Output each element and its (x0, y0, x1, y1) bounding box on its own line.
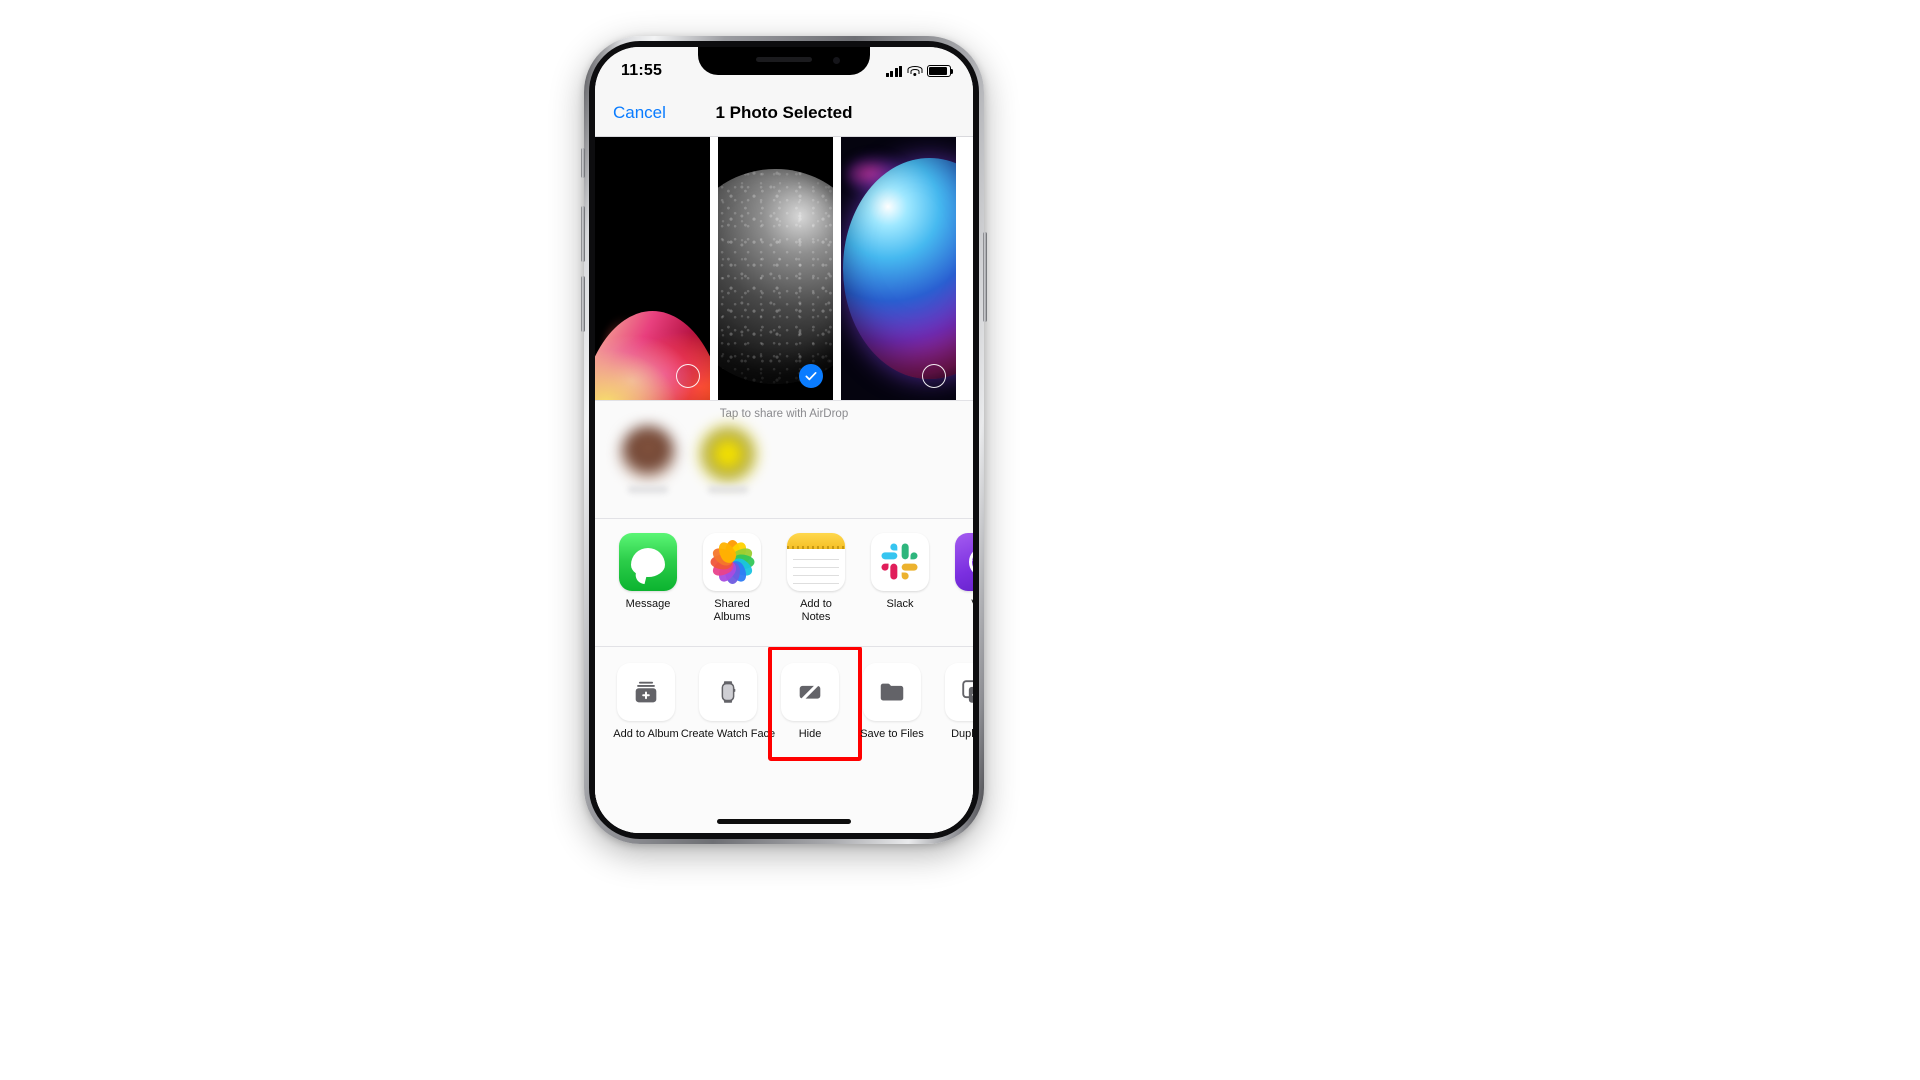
photos-icon (703, 533, 761, 591)
share-app-label: Slack (886, 598, 914, 610)
share-app-label: Viber (971, 598, 973, 611)
photo-thumbnail-3[interactable] (841, 137, 956, 400)
action-hide[interactable]: Hide (768, 647, 862, 833)
share-app-add-to-notes[interactable]: Add to Notes (785, 533, 847, 646)
action-label: Duplicate (951, 728, 973, 740)
share-app-shared-albums[interactable]: Shared Albums (701, 533, 763, 646)
share-app-row[interactable]: Message Shared Albums Add to Notes Slack (595, 518, 973, 646)
action-add-to-album[interactable]: Add to Album (613, 663, 679, 833)
notch (698, 47, 870, 75)
share-app-viber[interactable]: Viber (953, 533, 973, 646)
airdrop-contacts (595, 420, 973, 493)
action-save-to-files[interactable]: Save to Files (860, 663, 924, 833)
watch-face-icon (699, 663, 757, 721)
share-sheet-header: Cancel 1 Photo Selected (595, 89, 973, 137)
photo-thumbnail-2[interactable] (718, 137, 833, 400)
iphone-device: 11:55 Cancel 1 Photo Selected Tap to sha… (581, 36, 987, 844)
screenshot-canvas: 11:55 Cancel 1 Photo Selected Tap to sha… (0, 0, 1920, 1080)
photo-thumbnail-row[interactable] (595, 137, 973, 400)
selection-indicator-selected[interactable] (799, 364, 823, 388)
photo-artwork (718, 137, 833, 400)
front-camera (833, 57, 840, 64)
power-button[interactable] (983, 232, 987, 322)
viber-icon (955, 533, 973, 591)
selection-indicator-unselected[interactable] (676, 364, 700, 388)
airdrop-contact-2[interactable] (699, 426, 757, 493)
photo-thumbnail-1[interactable] (595, 137, 710, 400)
checkmark-icon (805, 372, 817, 381)
notes-icon (787, 533, 845, 591)
share-app-label: Message (625, 598, 671, 610)
share-app-label: Shared Albums (713, 598, 751, 623)
share-app-label: Add to Notes (800, 598, 832, 623)
battery-icon (927, 65, 954, 77)
add-to-album-icon (617, 663, 675, 721)
status-bar-indicators (885, 65, 954, 77)
photo-artwork (841, 137, 956, 400)
photo-artwork (595, 137, 710, 400)
airdrop-contact-name (628, 486, 668, 493)
folder-icon (863, 663, 921, 721)
airdrop-contact-name (708, 486, 748, 493)
airdrop-contact-1[interactable] (619, 426, 677, 493)
status-bar-time: 11:55 (621, 62, 663, 79)
selection-indicator-unselected[interactable] (922, 364, 946, 388)
action-label: Create Watch Face (680, 728, 776, 740)
slack-icon (871, 533, 929, 591)
action-label: Hide (798, 728, 822, 740)
share-app-slack[interactable]: Slack (869, 533, 931, 646)
avatar (700, 426, 756, 482)
messages-icon (619, 533, 677, 591)
action-create-watch-face[interactable]: Create Watch Face (681, 663, 775, 833)
home-indicator[interactable] (717, 819, 851, 824)
airdrop-hint-text: Tap to share with AirDrop (719, 408, 849, 420)
cellular-signal-icon (885, 65, 902, 77)
share-sheet: Cancel 1 Photo Selected Tap to share wit… (595, 89, 973, 833)
airdrop-section: Tap to share with AirDrop (595, 400, 973, 518)
volume-up-button[interactable] (581, 206, 585, 262)
action-label: Add to Album (613, 728, 679, 740)
volume-down-button[interactable] (581, 276, 585, 332)
silent-switch[interactable] (581, 148, 585, 178)
duplicate-icon (945, 663, 973, 721)
share-app-message[interactable]: Message (617, 533, 679, 646)
hide-eye-slash-icon (781, 663, 839, 721)
earpiece-speaker (756, 57, 812, 62)
phone-screen: 11:55 Cancel 1 Photo Selected Tap to sha… (595, 47, 973, 833)
share-action-row[interactable]: Add to Album Create Watch Face Hide Save… (595, 646, 973, 833)
cancel-button[interactable]: Cancel (613, 103, 666, 123)
wifi-icon (907, 65, 922, 77)
action-duplicate[interactable]: Duplicate (943, 663, 973, 833)
avatar (620, 426, 676, 482)
action-label: Save to Files (860, 728, 924, 740)
